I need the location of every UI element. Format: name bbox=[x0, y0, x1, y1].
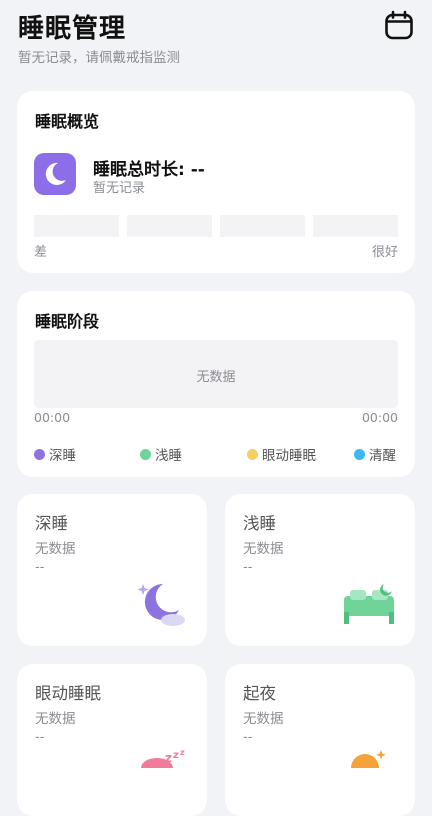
legend-dot bbox=[247, 448, 258, 460]
tile-title: 浅睡 bbox=[243, 514, 276, 533]
sleep-stages-card[interactable]: 睡眠阶段 无数据 00:00 00:00 深睡 浅睡 眼动睡眠 清醒 bbox=[17, 291, 415, 477]
chart-empty-text: 无数据 bbox=[196, 370, 236, 385]
page-subtitle: 暂无记录，请佩戴戒指监测 bbox=[18, 50, 180, 66]
svg-text:z: z bbox=[165, 751, 172, 765]
tile-title: 起夜 bbox=[243, 684, 276, 703]
tile-title: 眼动睡眠 bbox=[35, 684, 101, 703]
legend-label: 浅睡 bbox=[155, 448, 182, 464]
quality-scale-high: 很好 bbox=[371, 245, 398, 260]
overview-title: 睡眠概览 bbox=[35, 112, 100, 131]
moon-icon bbox=[34, 153, 76, 195]
svg-text:z: z bbox=[180, 748, 185, 757]
stages-chart: 无数据 bbox=[34, 340, 398, 408]
tile-status: 无数据 bbox=[243, 541, 284, 557]
legend-item-awake: 清醒 bbox=[354, 444, 396, 464]
stages-title: 睡眠阶段 bbox=[35, 312, 100, 331]
tile-value: -- bbox=[243, 730, 253, 745]
rem-sleep-tile[interactable]: 眼动睡眠 无数据 -- z z z bbox=[17, 664, 207, 816]
zzz-icon: z z z bbox=[139, 748, 191, 778]
light-sleep-tile[interactable]: 浅睡 无数据 -- bbox=[225, 494, 415, 646]
quality-segment bbox=[127, 215, 212, 237]
legend-item-deep: 深睡 bbox=[34, 444, 76, 464]
night-wake-icon bbox=[343, 746, 393, 782]
quality-segment bbox=[313, 215, 398, 237]
sleep-quality-bar bbox=[34, 215, 398, 237]
tile-value: -- bbox=[35, 560, 45, 575]
legend-label: 眼动睡眠 bbox=[262, 448, 316, 464]
tile-status: 无数据 bbox=[35, 711, 76, 727]
legend-label: 清醒 bbox=[369, 448, 396, 464]
svg-text:z: z bbox=[173, 750, 179, 761]
legend-dot bbox=[140, 448, 151, 460]
page-title: 睡眠管理 bbox=[18, 14, 127, 44]
chart-time-end: 00:00 bbox=[361, 410, 398, 425]
quality-segment bbox=[34, 215, 119, 237]
header: 睡眠管理 暂无记录，请佩戴戒指监测 bbox=[18, 4, 414, 74]
tile-value: -- bbox=[35, 730, 45, 745]
moon-stars-icon bbox=[133, 578, 191, 636]
sleep-overview-card[interactable]: 睡眠概览 睡眠总时长: -- 暂无记录 差 很好 bbox=[17, 91, 415, 273]
chart-time-start: 00:00 bbox=[34, 410, 71, 425]
tile-title: 深睡 bbox=[35, 514, 68, 533]
legend-dot bbox=[34, 448, 45, 460]
legend-item-light: 浅睡 bbox=[140, 444, 182, 464]
legend-label: 深睡 bbox=[49, 448, 76, 464]
tile-value: -- bbox=[243, 560, 253, 575]
quality-scale-low: 差 bbox=[34, 245, 48, 260]
deep-sleep-tile[interactable]: 深睡 无数据 -- bbox=[17, 494, 207, 646]
legend-item-rem: 眼动睡眠 bbox=[247, 444, 316, 464]
bed-icon bbox=[340, 582, 398, 634]
legend-dot bbox=[354, 448, 365, 460]
tile-status: 无数据 bbox=[243, 711, 284, 727]
calendar-icon[interactable] bbox=[384, 10, 414, 40]
tile-status: 无数据 bbox=[35, 541, 76, 557]
total-sleep-status: 暂无记录 bbox=[93, 181, 146, 196]
night-wake-tile[interactable]: 起夜 无数据 -- bbox=[225, 664, 415, 816]
quality-segment bbox=[220, 215, 305, 237]
